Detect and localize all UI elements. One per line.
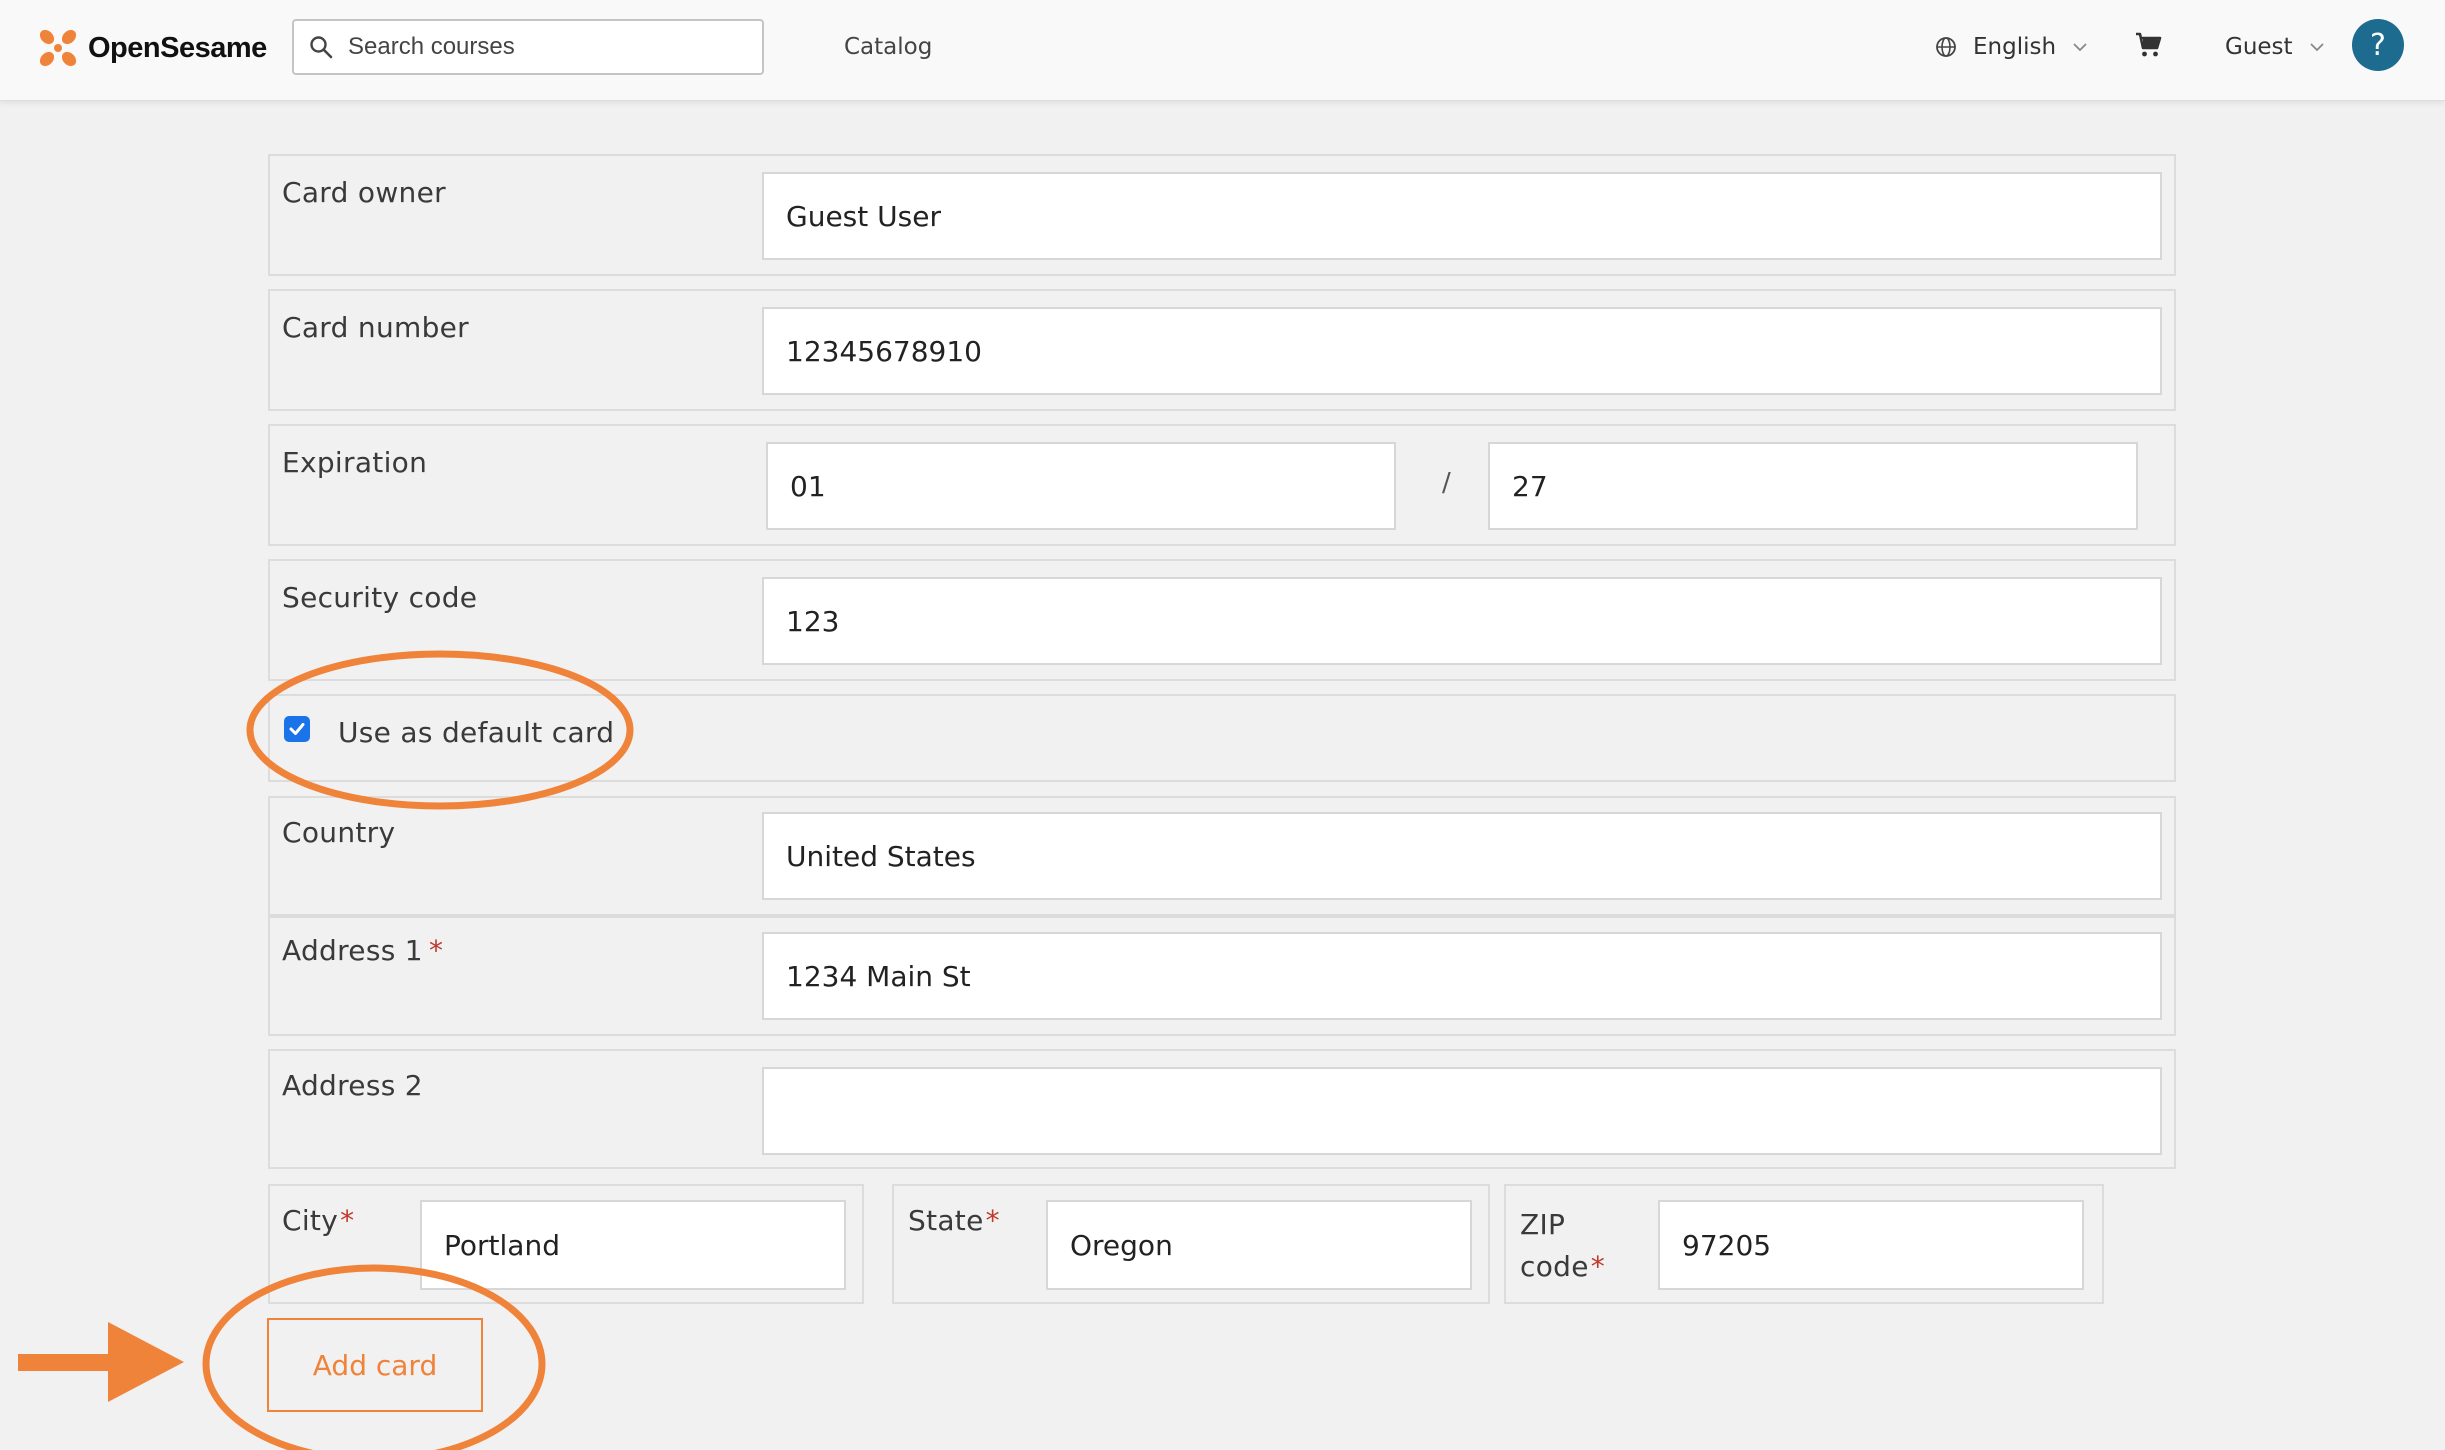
zip-row: ZIP code* 97205: [1504, 1184, 2104, 1304]
zip-label-line2: code: [1520, 1250, 1589, 1283]
state-label-text: State: [908, 1204, 984, 1237]
expiration-separator: /: [1442, 468, 1451, 498]
required-mark: *: [340, 1204, 354, 1237]
chevron-down-icon: [2309, 42, 2325, 52]
nav-catalog-link[interactable]: Catalog: [844, 34, 932, 60]
city-label-text: City: [282, 1204, 338, 1237]
globe-icon: [1935, 36, 1957, 58]
account-label: Guest: [2225, 34, 2293, 60]
card-number-input[interactable]: 12345678910: [762, 307, 2162, 395]
address2-label: Address 2: [282, 1069, 423, 1102]
address1-label: Address 1*: [282, 934, 443, 967]
card-number-value: 12345678910: [786, 335, 982, 368]
opensesame-logo-icon: [36, 26, 80, 70]
zip-label-line1: ZIP: [1520, 1208, 1565, 1241]
city-label: City*: [282, 1204, 354, 1237]
search-icon: [308, 34, 334, 60]
address1-value: 1234 Main St: [786, 960, 971, 993]
address2-input[interactable]: [762, 1067, 2162, 1155]
logo[interactable]: OpenSesame: [36, 26, 267, 70]
logo-text: OpenSesame: [88, 32, 267, 65]
help-button[interactable]: ?: [2352, 19, 2404, 71]
account-menu[interactable]: Guest: [2225, 34, 2325, 60]
chevron-down-icon: [2072, 42, 2088, 52]
card-owner-label: Card owner: [282, 176, 446, 209]
required-mark: *: [1591, 1250, 1605, 1283]
cart-icon[interactable]: [2133, 30, 2163, 60]
security-code-input[interactable]: 123: [762, 577, 2162, 665]
top-header: OpenSesame Catalog English Guest ?: [0, 0, 2445, 101]
checkmark-icon: [287, 719, 307, 739]
card-owner-row: Card owner Guest User: [268, 154, 2176, 276]
zip-label: ZIP code*: [1520, 1204, 1605, 1288]
expiration-month-value: 01: [790, 470, 826, 503]
expiration-year-value: 27: [1512, 470, 1548, 503]
arrow-right-icon: [18, 1322, 184, 1402]
default-card-label[interactable]: Use as default card: [338, 716, 614, 749]
card-number-label: Card number: [282, 311, 469, 344]
address1-label-text: Address 1: [282, 934, 423, 967]
card-owner-input[interactable]: Guest User: [762, 172, 2162, 260]
security-code-label: Security code: [282, 581, 477, 614]
required-mark: *: [429, 934, 443, 967]
search-box[interactable]: [292, 19, 764, 75]
search-input[interactable]: [346, 32, 730, 62]
expiration-label: Expiration: [282, 446, 427, 479]
country-value: United States: [786, 840, 976, 873]
add-card-button[interactable]: Add card: [267, 1318, 483, 1412]
state-input[interactable]: Oregon: [1046, 1200, 1472, 1290]
card-owner-value: Guest User: [786, 200, 941, 233]
state-label: State*: [908, 1204, 1000, 1237]
city-input[interactable]: Portland: [420, 1200, 846, 1290]
security-code-row: Security code 123: [268, 559, 2176, 681]
state-value: Oregon: [1070, 1229, 1173, 1262]
expiration-year-input[interactable]: 27: [1488, 442, 2138, 530]
country-row: Country United States: [268, 796, 2176, 916]
city-row: City* Portland: [268, 1184, 864, 1304]
address2-row: Address 2: [268, 1049, 2176, 1169]
language-selector[interactable]: English: [1935, 34, 2088, 60]
required-mark: *: [986, 1204, 1000, 1237]
help-icon: ?: [2370, 28, 2386, 63]
country-label: Country: [282, 816, 395, 849]
address1-row: Address 1* 1234 Main St: [268, 916, 2176, 1036]
card-number-row: Card number 12345678910: [268, 289, 2176, 411]
default-card-row: Use as default card: [268, 694, 2176, 782]
state-row: State* Oregon: [892, 1184, 1490, 1304]
security-code-value: 123: [786, 605, 839, 638]
address1-input[interactable]: 1234 Main St: [762, 932, 2162, 1020]
country-select[interactable]: United States: [762, 812, 2162, 900]
expiration-row: Expiration 01 / 27: [268, 424, 2176, 546]
language-label: English: [1973, 34, 2056, 60]
zip-input[interactable]: 97205: [1658, 1200, 2084, 1290]
city-value: Portland: [444, 1229, 560, 1262]
zip-value: 97205: [1682, 1229, 1771, 1262]
expiration-month-input[interactable]: 01: [766, 442, 1396, 530]
default-card-checkbox[interactable]: [284, 716, 310, 742]
